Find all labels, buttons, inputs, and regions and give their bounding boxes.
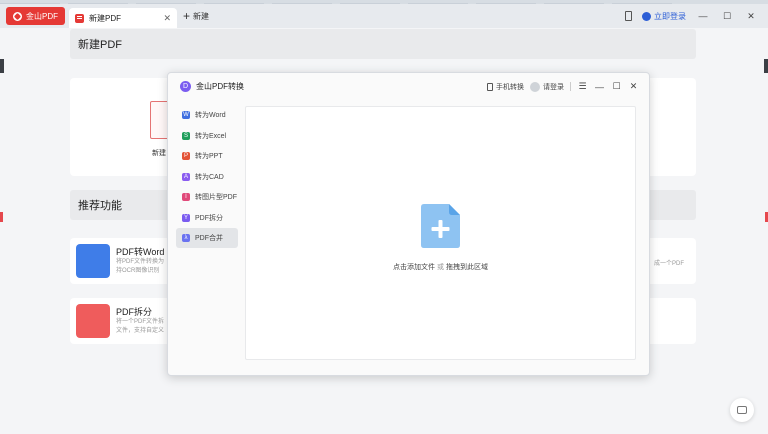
split-icon: Y [182,213,190,222]
sidebar-item-to-excel[interactable]: S 转为Excel [176,126,238,146]
file-drop-zone[interactable]: 点击添加文件 或 拖拽到此区域 [245,106,636,360]
or-text: 或 [437,264,444,271]
mobile-icon [487,82,493,91]
plus-icon: + [183,9,191,23]
sidebar-item-label: 转为CAD [195,173,224,181]
kingsoft-pdf-logo-icon [13,11,22,21]
sidebar-item-label: 转为PPT [195,153,223,160]
add-file-icon[interactable] [421,204,460,248]
new-tab-label: 新建 [193,11,210,21]
menu-icon[interactable]: ☰ [577,81,588,92]
maximize-icon[interactable]: ☐ [611,81,622,92]
divider [570,82,571,91]
mobile-convert-button[interactable]: 手机转换 [487,82,524,92]
dialog-controls: 手机转换 请登录 ☰ — ☐ ✕ [487,81,649,92]
dialog-header: D 金山PDF转换 手机转换 请登录 ☰ — ☐ ✕ [168,73,649,100]
background-edge [0,59,4,73]
tab-new-pdf[interactable]: 新建PDF ✕ [69,8,177,28]
sidebar-item-label: PDF拆分 [195,214,223,222]
sidebar-item-to-image-pdf[interactable]: I 转图片型PDF [176,187,238,207]
user-icon [642,11,651,21]
dialog-login-label: 请登录 [543,83,564,91]
chat-icon [737,406,747,414]
sidebar-item-to-word[interactable]: W 转为Word [176,105,238,125]
new-tab-button[interactable]: + 新建 [183,10,209,22]
close-tab-icon[interactable]: ✕ [163,13,171,24]
add-file-link[interactable]: 点击添加文件 [393,264,435,271]
convert-logo-icon: D [180,81,191,92]
feature-title: PDF转Word [116,247,165,257]
ppt-icon: P [182,152,190,160]
sidebar-item-label: 转为Excel [195,132,227,140]
titlebar-controls: 立即登录 — ☐ ✕ [625,11,768,22]
tab-label: 新建PDF [89,13,121,23]
new-tile-label: 新建 [152,150,166,157]
sidebar-item-to-cad[interactable]: A 转为CAD [176,167,238,187]
cad-icon: A [182,172,190,181]
drag-here-text: 拖拽到此区域 [445,264,488,271]
maximize-icon[interactable]: ☐ [720,11,734,22]
sidebar-item-to-ppt[interactable]: P 转为PPT [176,146,238,166]
login-button[interactable]: 立即登录 [642,11,686,22]
sidebar-item-label: 转图片型PDF [195,194,237,201]
close-window-icon[interactable]: ✕ [744,11,758,22]
feature-right-desc: 成一个PDF [653,261,684,267]
sidebar-item-pdf-merge[interactable]: λ PDF合并 [176,228,238,248]
mobile-icon[interactable] [625,11,632,21]
feature-desc: 将PDF文件转换为 持OCR图像识别 [116,259,165,274]
feature-desc: 将一个PDF文件拆 文件，支持自定义 [116,319,165,334]
excel-icon: S [182,131,190,140]
pdf-convert-dialog: D 金山PDF转换 手机转换 请登录 ☰ — ☐ ✕ W 转为Word S 转为… [167,72,650,376]
word-icon: W [182,111,190,119]
background-edge [0,212,3,222]
drop-instructions: 点击添加文件 或 拖拽到此区域 [246,262,635,272]
background-edge [764,59,768,73]
pdf-split-icon [76,304,110,338]
close-dialog-icon[interactable]: ✕ [628,81,639,92]
tab-bar: 金山PDF 新建PDF ✕ + 新建 立即登录 — ☐ ✕ [0,4,768,28]
pdf-to-word-icon [76,244,110,278]
login-label: 立即登录 [654,11,686,21]
app-label: 金山PDF [26,11,58,21]
convert-sidebar: W 转为Word S 转为Excel P 转为PPT A 转为CAD I 转图片… [176,105,238,249]
merge-icon: λ [182,234,190,242]
dialog-title: 金山PDF转换 [196,82,244,91]
pdf-tab-icon [75,13,84,23]
mobile-convert-label: 手机转换 [496,83,524,91]
minimize-icon[interactable]: — [594,82,605,92]
sidebar-item-label: 转为Word [195,112,226,119]
sidebar-item-pdf-split[interactable]: Y PDF拆分 [176,208,238,228]
avatar [530,81,540,92]
feedback-button[interactable] [730,398,754,422]
sidebar-item-label: PDF合并 [195,235,223,242]
minimize-icon[interactable]: — [696,11,710,21]
app-home-button[interactable]: 金山PDF [6,7,65,25]
dialog-login-button[interactable]: 请登录 [530,81,564,92]
feature-title: PDF拆分 [116,307,153,317]
image-pdf-icon: I [182,193,190,201]
section-title-new-pdf: 新建PDF [70,29,696,59]
